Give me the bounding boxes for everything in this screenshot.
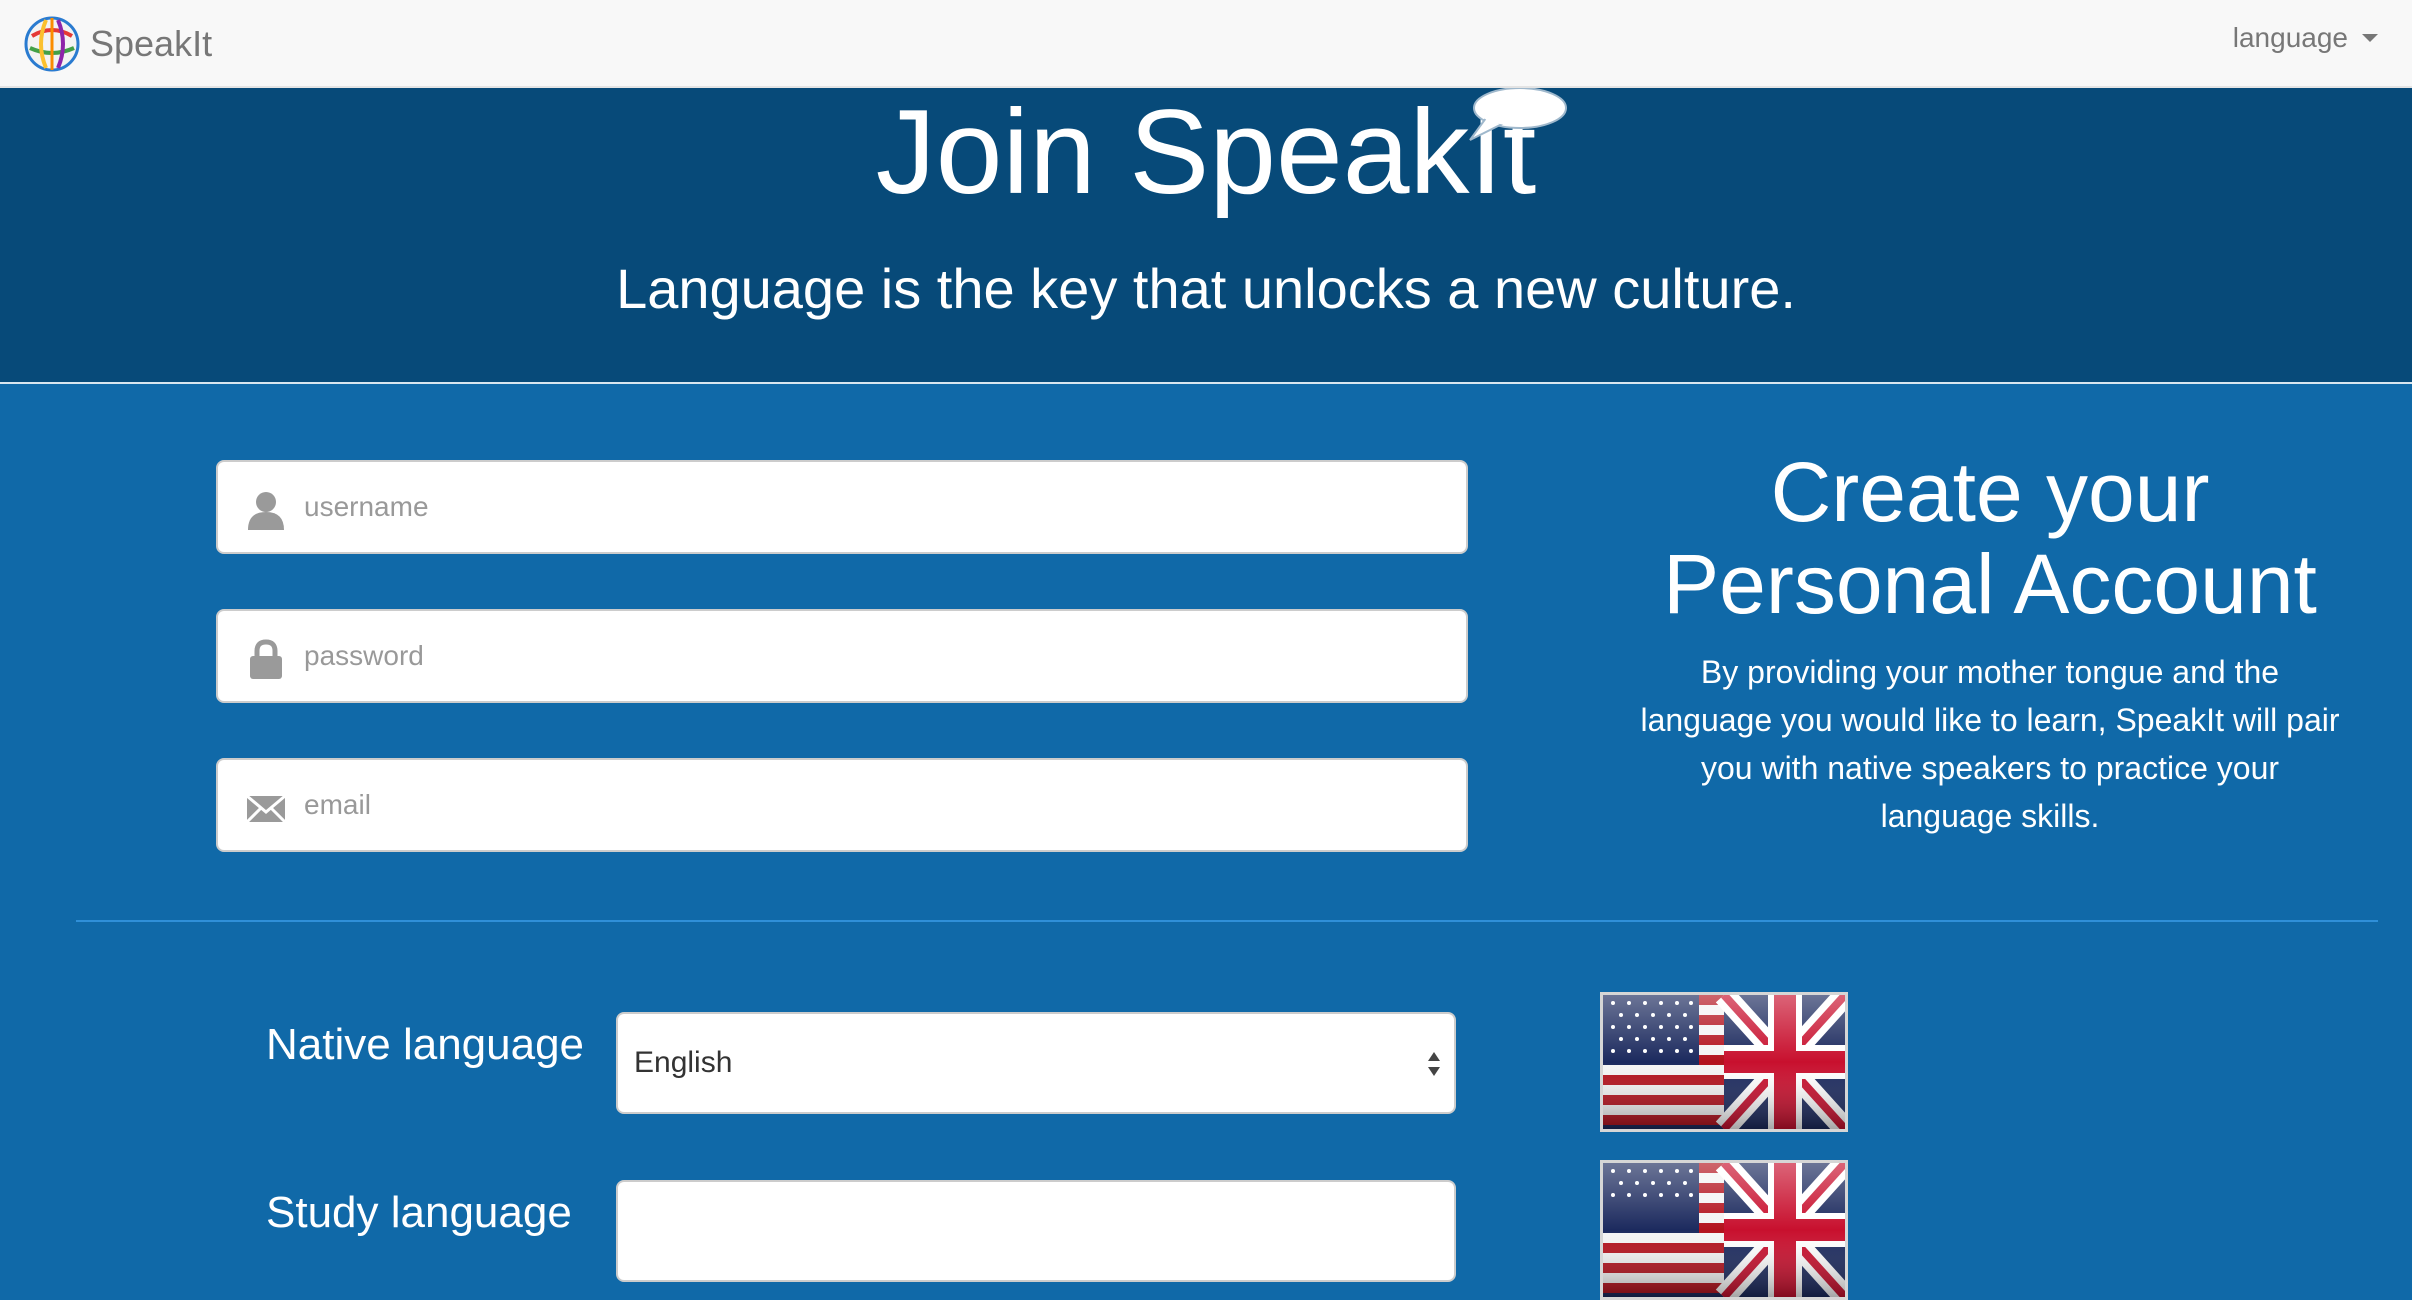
account-info-description: By providing your mother tongue and the … bbox=[1640, 654, 2340, 834]
caret-down-icon bbox=[2362, 34, 2378, 42]
email-input[interactable] bbox=[302, 760, 1452, 850]
password-field bbox=[216, 609, 1468, 703]
account-info-title-line2: Personal Account bbox=[1663, 537, 2317, 631]
language-dropdown-label: language bbox=[2232, 22, 2348, 53]
native-language-value: English bbox=[634, 1046, 733, 1079]
hero-title: Join SpeakIt bbox=[875, 85, 1537, 219]
section-divider bbox=[76, 920, 2378, 922]
email-field bbox=[216, 758, 1468, 852]
study-language-flag[interactable] bbox=[1600, 1160, 1848, 1300]
native-language-flag[interactable] bbox=[1600, 992, 1848, 1132]
username-input[interactable] bbox=[302, 462, 1452, 552]
envelope-icon bbox=[246, 794, 286, 824]
us-uk-flag-icon bbox=[1603, 995, 1845, 1129]
us-uk-flag-icon bbox=[1603, 1163, 1845, 1297]
username-field bbox=[216, 460, 1468, 554]
speech-bubble-icon bbox=[1469, 88, 1567, 141]
language-dropdown[interactable]: language bbox=[2233, 18, 2378, 58]
select-arrows-icon bbox=[1428, 1052, 1440, 1076]
study-language-label: Study language bbox=[266, 1188, 572, 1237]
password-input[interactable] bbox=[302, 611, 1452, 701]
hero-banner: Join SpeakIt Language is the key that un… bbox=[0, 85, 2412, 384]
globe-logo-icon bbox=[24, 16, 80, 72]
user-icon bbox=[248, 492, 284, 530]
hero-tagline: Language is the key that unlocks a new c… bbox=[616, 257, 1796, 320]
account-info-title: Create your Personal Account bbox=[1640, 446, 2340, 630]
navbar: SpeakIt language bbox=[0, 0, 2412, 88]
study-language-select[interactable] bbox=[616, 1180, 1456, 1282]
account-info-title-line1: Create your bbox=[1770, 445, 2210, 539]
account-info-panel: Create your Personal Account By providin… bbox=[1640, 446, 2340, 840]
brand-name: SpeakIt bbox=[90, 23, 213, 64]
native-language-label: Native language bbox=[266, 1020, 585, 1069]
brand-link[interactable]: SpeakIt bbox=[22, 14, 212, 74]
lock-icon bbox=[250, 639, 282, 679]
native-language-select[interactable]: English bbox=[616, 1012, 1456, 1114]
